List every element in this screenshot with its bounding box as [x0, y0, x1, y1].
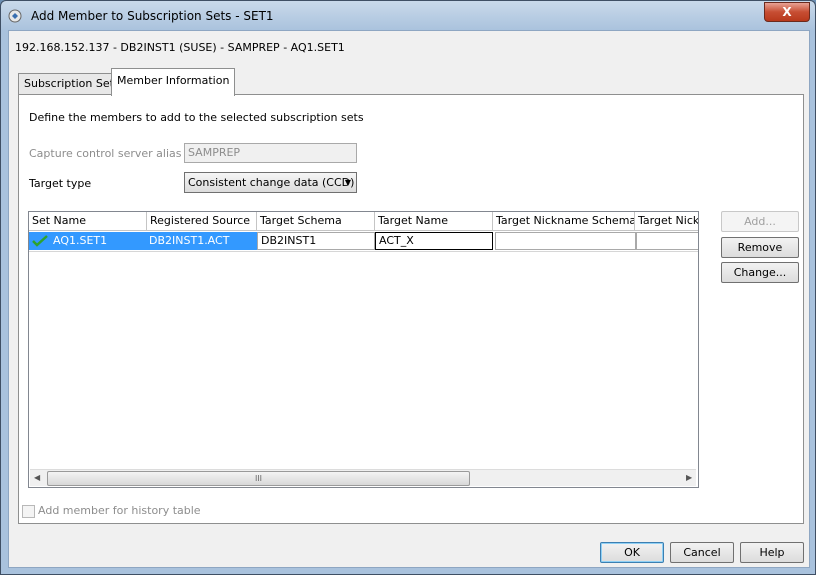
column-header-target-nickname[interactable]: Target Nickn: [635, 212, 698, 231]
dropdown-arrow-icon: ▼: [344, 178, 351, 187]
connection-label: 192.168.152.137 - DB2INST1 (SUSE) - SAMP…: [15, 41, 345, 54]
column-header-target-name[interactable]: Target Name: [375, 212, 493, 231]
table-row-selected-set-name[interactable]: AQ1.SET1: [29, 232, 146, 250]
dialog-window: Add Member to Subscription Sets - SET1 X…: [0, 0, 816, 575]
set-name-value: AQ1.SET1: [53, 234, 108, 247]
panel-description: Define the members to add to the selecte…: [29, 111, 364, 124]
replication-app-icon: [8, 9, 22, 23]
ok-button[interactable]: OK: [600, 542, 664, 563]
column-header-set-name[interactable]: Set Name: [29, 212, 147, 231]
scroll-right-icon[interactable]: ▶: [686, 473, 692, 482]
scroll-thumb[interactable]: III: [47, 471, 470, 486]
target-type-value: Consistent change data (CCD): [188, 176, 355, 189]
remove-button[interactable]: Remove: [721, 237, 799, 258]
dialog-client-area: 192.168.152.137 - DB2INST1 (SUSE) - SAMP…: [8, 30, 810, 568]
cancel-button[interactable]: Cancel: [670, 542, 734, 563]
window-title: Add Member to Subscription Sets - SET1: [31, 9, 274, 23]
tab-subscription-sets[interactable]: Subscription Sets: [18, 73, 126, 94]
column-header-target-schema[interactable]: Target Schema: [257, 212, 375, 231]
title-bar[interactable]: Add Member to Subscription Sets - SET1 X: [1, 1, 815, 31]
target-type-select[interactable]: Consistent change data (CCD) ▼: [184, 172, 357, 193]
help-button[interactable]: Help: [740, 542, 804, 563]
add-button[interactable]: Add...: [721, 211, 799, 232]
checkmark-icon: [32, 235, 48, 247]
target-name-input[interactable]: ACT_X: [375, 232, 493, 250]
history-table-label: Add member for history table: [38, 504, 201, 517]
members-table[interactable]: Set Name Registered Source Target Schema…: [28, 211, 699, 488]
target-schema-cell[interactable]: DB2INST1: [257, 232, 375, 250]
alias-label: Capture control server alias: [29, 147, 182, 160]
target-type-label: Target type: [29, 177, 92, 190]
row-divider: [29, 251, 698, 252]
target-nickname-schema-cell[interactable]: [495, 232, 636, 250]
history-table-checkbox[interactable]: [22, 505, 35, 518]
tab-member-information[interactable]: Member Information: [111, 68, 236, 96]
close-button[interactable]: X: [764, 2, 810, 22]
target-nickname-cell[interactable]: [636, 232, 698, 250]
change-button[interactable]: Change...: [721, 262, 799, 283]
alias-input: SAMPREP: [184, 143, 357, 163]
scroll-left-icon[interactable]: ◀: [34, 473, 40, 482]
member-information-panel: Define the members to add to the selecte…: [18, 94, 804, 524]
column-header-target-nickname-schema[interactable]: Target Nickname Schema: [493, 212, 635, 231]
horizontal-scrollbar[interactable]: ◀ III ▶: [30, 469, 696, 486]
registered-source-cell[interactable]: DB2INST1.ACT: [146, 232, 257, 250]
column-header-registered-source[interactable]: Registered Source: [147, 212, 257, 231]
